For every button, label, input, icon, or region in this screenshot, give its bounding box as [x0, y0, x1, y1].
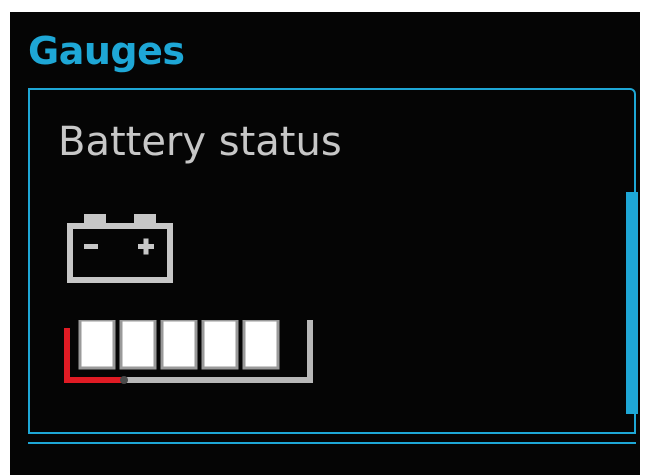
scrollbar[interactable]	[626, 192, 638, 414]
battery-segment	[160, 320, 198, 370]
car-battery-icon	[67, 214, 173, 283]
battery-level-gauge	[64, 320, 313, 384]
screen-heading: Gauges	[28, 29, 185, 73]
battery-segment	[119, 320, 157, 370]
panel-divider	[28, 442, 636, 444]
panel-title: Battery status	[58, 119, 342, 165]
scrollbar-thumb[interactable]	[626, 192, 638, 414]
device-screen: Gauges Battery status	[10, 12, 640, 475]
battery-status-panel[interactable]: Battery status	[28, 88, 638, 434]
battery-segments	[78, 320, 280, 370]
battery-segment	[78, 320, 116, 370]
battery-segment	[242, 320, 280, 370]
battery-segment	[201, 320, 239, 370]
